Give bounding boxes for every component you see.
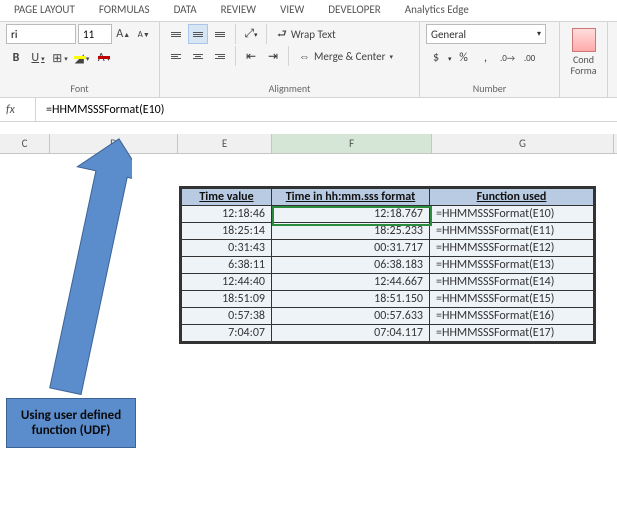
callout-box: Using user defined function (UDF) (6, 398, 136, 448)
table-row[interactable]: 18:51:0918:51.150=HHMMSSSFormat(E15) (182, 291, 594, 308)
underline-button[interactable]: U▾ (28, 48, 48, 68)
data-table: Time value Time in hh:mm.sss format Func… (179, 186, 596, 344)
table-row[interactable]: 6:38:1106:38.183=HHMMSSSFormat(E13) (182, 257, 594, 274)
fx-icon[interactable]: fx (6, 98, 36, 121)
number-format-select[interactable]: General▾ (426, 24, 546, 44)
header-time-format: Time in hh:mm.sss format (272, 189, 430, 206)
number-group: General▾ $▾ % , .0→ .00 Number (420, 22, 560, 97)
font-color-button[interactable]: A▾ (94, 48, 114, 68)
font-group-label: Font (6, 80, 153, 97)
align-top-icon[interactable] (166, 24, 186, 44)
cell-time-value[interactable]: 0:57:38 (182, 308, 272, 325)
merge-center-icon: ⇔ (299, 50, 310, 63)
conditional-format-label: Cond Forma (566, 54, 601, 76)
cell-function-used[interactable]: =HHMMSSSFormat(E12) (430, 240, 594, 257)
wrap-text-button[interactable]: ⮐Wrap Text (272, 24, 341, 44)
cell-time-format[interactable]: 18:51.150 (272, 291, 430, 308)
alignment-group: ⤢▾ ⮐Wrap Text ⇤ ⇥ ⇔Merge & Center▾ Align… (160, 22, 420, 97)
font-name-select[interactable] (6, 24, 76, 44)
font-size-select[interactable] (78, 24, 112, 44)
ribbon-tabs: PAGE LAYOUT FORMULAS DATA REVIEW VIEW DE… (0, 0, 617, 22)
cell-time-value[interactable]: 18:25:14 (182, 223, 272, 240)
alignment-group-label: Alignment (166, 80, 413, 97)
cell-function-used[interactable]: =HHMMSSSFormat(E10) (430, 206, 594, 223)
cell-function-used[interactable]: =HHMMSSSFormat(E13) (430, 257, 594, 274)
col-header-g[interactable]: G (432, 134, 614, 153)
cell-function-used[interactable]: =HHMMSSSFormat(E15) (430, 291, 594, 308)
formula-input[interactable] (40, 98, 611, 121)
table-row[interactable]: 7:04:0707:04.117=HHMMSSSFormat(E17) (182, 325, 594, 342)
percent-button[interactable]: % (454, 48, 474, 68)
cell-time-format[interactable]: 06:38.183 (272, 257, 430, 274)
cell-function-used[interactable]: =HHMMSSSFormat(E11) (430, 223, 594, 240)
tab-review[interactable]: REVIEW (211, 0, 267, 21)
tab-developer[interactable]: DEVELOPER (318, 0, 390, 21)
spreadsheet-grid[interactable]: Time value Time in hh:mm.sss format Func… (0, 154, 617, 504)
cell-time-format[interactable]: 18:25.233 (272, 223, 430, 240)
cell-time-value[interactable]: 12:44:40 (182, 274, 272, 291)
cell-time-value[interactable]: 6:38:11 (182, 257, 272, 274)
cell-function-used[interactable]: =HHMMSSSFormat(E14) (430, 274, 594, 291)
wrap-text-icon: ⮐ (277, 25, 287, 44)
align-right-icon[interactable] (210, 46, 230, 66)
formula-bar: fx (0, 98, 617, 122)
header-function-used: Function used (430, 189, 594, 206)
number-group-label: Number (426, 80, 553, 97)
cell-time-format[interactable]: 12:44.667 (272, 274, 430, 291)
table-row[interactable]: 12:44:4012:44.667=HHMMSSSFormat(E14) (182, 274, 594, 291)
align-bottom-icon[interactable] (210, 24, 230, 44)
align-left-icon[interactable] (166, 46, 186, 66)
col-header-e[interactable]: E (178, 134, 272, 153)
cell-time-value[interactable]: 0:31:43 (182, 240, 272, 257)
orientation-icon[interactable]: ⤢▾ (241, 24, 261, 44)
merge-center-button[interactable]: ⇔Merge & Center▾ (294, 46, 398, 66)
tab-data[interactable]: DATA (164, 0, 207, 21)
cell-time-value[interactable]: 12:18:46 (182, 206, 272, 223)
conditional-format-icon (572, 28, 596, 52)
align-middle-icon[interactable] (188, 24, 208, 44)
align-center-icon[interactable] (188, 46, 208, 66)
cell-time-format[interactable]: 12:18.767 (272, 206, 430, 223)
table-row[interactable]: 0:57:3800:57.633=HHMMSSSFormat(E16) (182, 308, 594, 325)
tab-view[interactable]: VIEW (270, 0, 314, 21)
header-time-value: Time value (182, 189, 272, 206)
cell-function-used[interactable]: =HHMMSSSFormat(E17) (430, 325, 594, 342)
cell-time-format[interactable]: 00:31.717 (272, 240, 430, 257)
col-header-f[interactable]: F (272, 134, 432, 153)
table-row[interactable]: 0:31:4300:31.717=HHMMSSSFormat(E12) (182, 240, 594, 257)
table-row[interactable]: 18:25:1418:25.233=HHMMSSSFormat(E11) (182, 223, 594, 240)
tab-page-layout[interactable]: PAGE LAYOUT (4, 0, 85, 21)
cell-time-format[interactable]: 07:04.117 (272, 325, 430, 342)
tab-analytics-edge[interactable]: Analytics Edge (395, 0, 479, 21)
decrease-decimal-button[interactable]: .00 (520, 48, 540, 68)
decrease-font-icon[interactable]: A▼ (135, 24, 154, 44)
fill-color-button[interactable]: ◢▾ (72, 48, 92, 68)
currency-button[interactable]: $ (426, 48, 446, 68)
bold-button[interactable]: B (6, 48, 26, 68)
increase-indent-icon[interactable]: ⇥ (263, 46, 283, 66)
cell-time-value[interactable]: 7:04:07 (182, 325, 272, 342)
increase-decimal-button[interactable]: .0→ (498, 48, 518, 68)
conditional-format-group[interactable]: Cond Forma (560, 22, 608, 97)
callout-text: Using user defined function (UDF) (11, 408, 131, 438)
border-button[interactable]: ⊞▾ (50, 48, 70, 68)
font-group: A▲ A▼ B U▾ ⊞▾ ◢▾ A▾ Font (0, 22, 160, 97)
cell-time-format[interactable]: 00:57.633 (272, 308, 430, 325)
tab-formulas[interactable]: FORMULAS (89, 0, 160, 21)
increase-font-icon[interactable]: A▲ (114, 24, 133, 44)
comma-button[interactable]: , (476, 48, 496, 68)
ribbon: A▲ A▼ B U▾ ⊞▾ ◢▾ A▾ Font ⤢▾ ⮐Wrap Text (0, 22, 617, 98)
cell-time-value[interactable]: 18:51:09 (182, 291, 272, 308)
cell-function-used[interactable]: =HHMMSSSFormat(E16) (430, 308, 594, 325)
decrease-indent-icon[interactable]: ⇤ (241, 46, 261, 66)
table-row[interactable]: 12:18:4612:18.767=HHMMSSSFormat(E10) (182, 206, 594, 223)
callout-arrow (42, 136, 132, 406)
